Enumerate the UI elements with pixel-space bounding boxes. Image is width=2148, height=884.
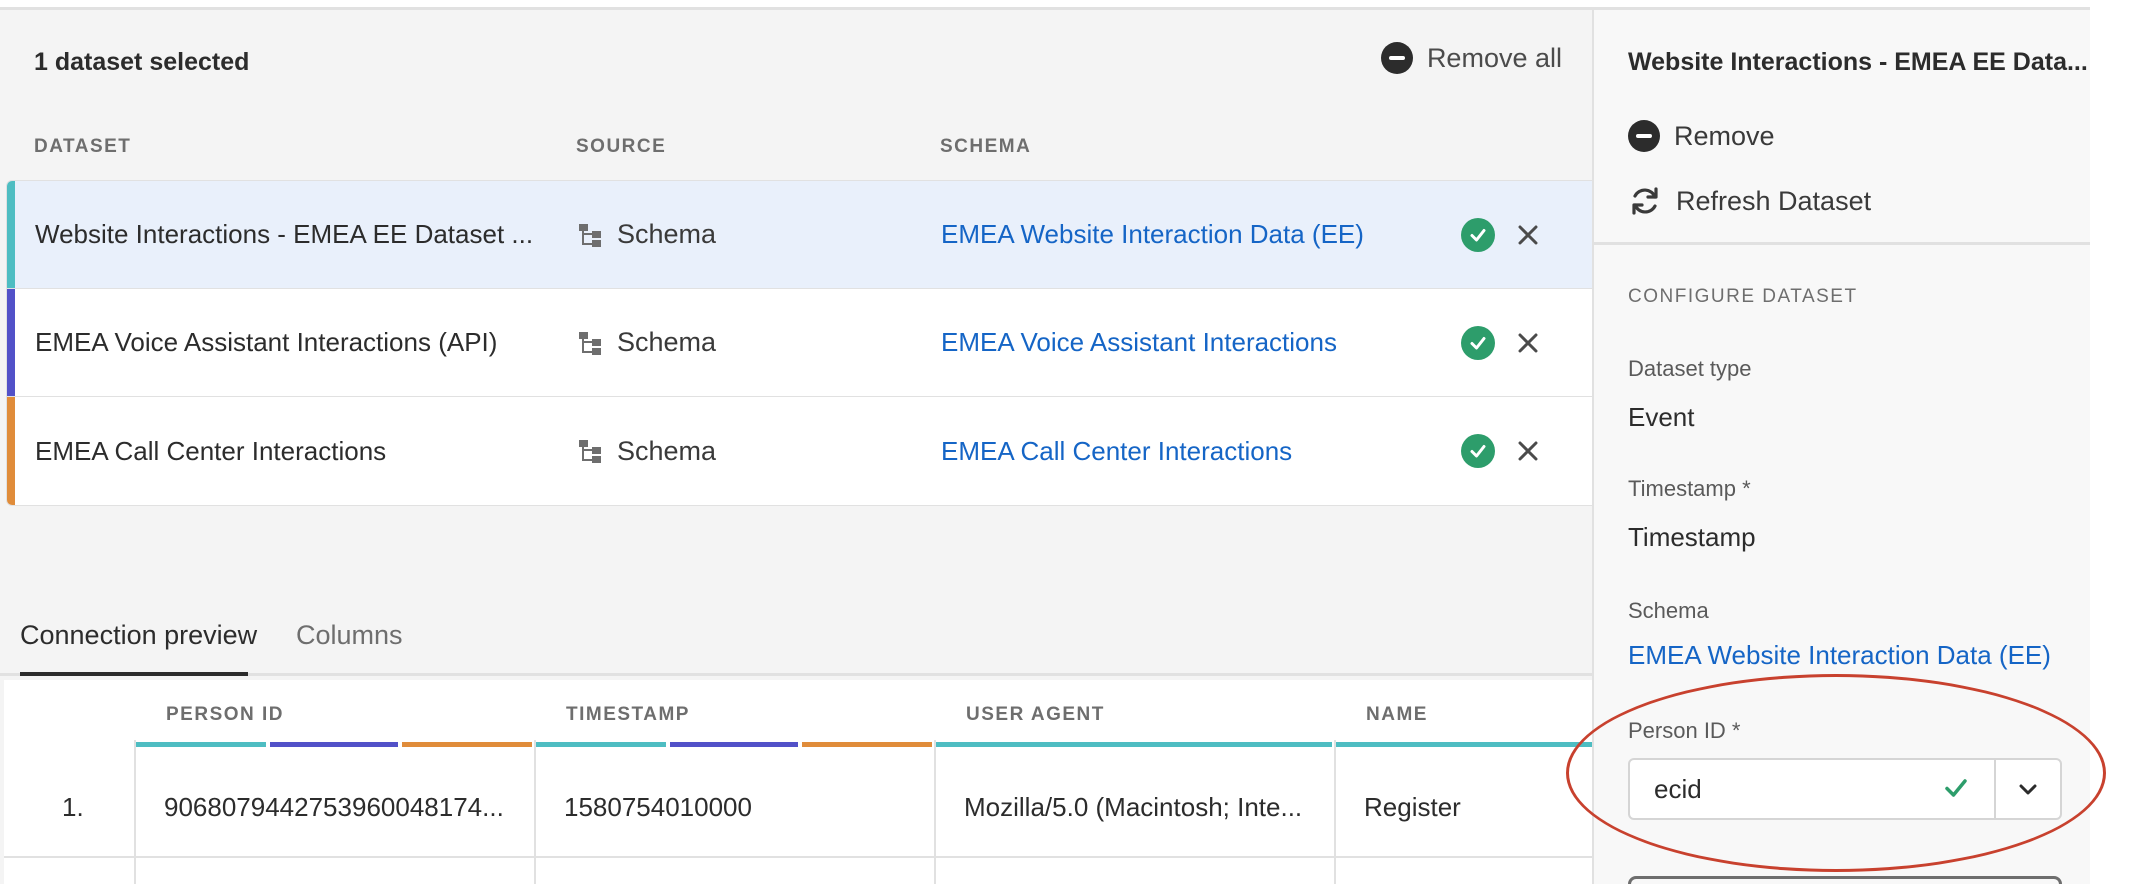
dataset-type-value: Event: [1628, 402, 1695, 432]
refresh-dataset-button[interactable]: Refresh Dataset: [1628, 184, 1871, 218]
preview-header-timestamp: TIMESTAMP: [566, 704, 690, 725]
dataset-schema-link[interactable]: EMEA Call Center Interactions: [941, 436, 1292, 467]
minus-circle-icon: [1628, 120, 1660, 152]
schema-icon: [579, 223, 601, 247]
column-divider: [134, 740, 136, 884]
dataset-color-marker: [802, 742, 932, 747]
person-id-picker[interactable]: ecid: [1628, 758, 2062, 820]
row-number: 1.: [62, 792, 84, 822]
column-divider: [934, 740, 936, 884]
dataset-color-marker: [670, 742, 798, 747]
cell-user-agent: Mozilla/5.0 (Macintosh; Inte...: [964, 792, 1303, 822]
dataset-type-label: Dataset type: [1628, 356, 1752, 381]
remove-button[interactable]: Remove: [1628, 120, 1775, 152]
partial-field-box: [1628, 876, 2062, 884]
dataset-name: Website Interactions - EMEA EE Dataset .…: [35, 219, 534, 249]
preview-tabs: Connection preview Columns: [0, 600, 1592, 676]
dataset-source-label: Schema: [617, 435, 717, 466]
schema-label: Schema: [1628, 598, 1709, 623]
person-id-label: Person ID *: [1628, 718, 1741, 743]
close-icon: [1518, 333, 1538, 352]
refresh-icon: [1632, 187, 1658, 215]
dataset-color-marker: [270, 742, 398, 747]
column-header-schema: SCHEMA: [940, 136, 1032, 157]
dataset-color-bar: [7, 181, 15, 288]
check-circle-icon: [1461, 434, 1495, 468]
dataset-schema-link[interactable]: EMEA Voice Assistant Interactions: [941, 327, 1337, 358]
column-header-dataset: DATASET: [34, 136, 132, 157]
dataset-color-marker: [536, 742, 666, 747]
preview-header-person-id: PERSON ID: [166, 704, 285, 725]
cell-name: Register: [1364, 792, 1461, 822]
dataset-row[interactable]: EMEA Voice Assistant Interactions (API) …: [7, 289, 1592, 397]
selection-count: 1 dataset selected: [34, 48, 250, 76]
remove-dataset-button[interactable]: [1511, 434, 1545, 468]
remove-all-label: Remove all: [1426, 42, 1562, 73]
schema-icon: [579, 331, 601, 355]
top-border: [0, 0, 2090, 10]
dataset-source-label: Schema: [617, 219, 717, 249]
cell-timestamp: 1580754010000: [564, 792, 752, 822]
remove-dataset-button[interactable]: [1511, 326, 1545, 360]
dataset-color-marker: [936, 742, 1332, 747]
close-icon: [1518, 225, 1538, 244]
person-id-dropdown-button[interactable]: [1996, 760, 2060, 818]
dataset-source: Schema: [577, 327, 716, 358]
dataset-source-label: Schema: [617, 327, 717, 357]
dataset-schema-link[interactable]: EMEA Website Interaction Data (EE): [941, 219, 1364, 250]
timestamp-value: Timestamp: [1628, 522, 1756, 552]
dataset-table: Website Interactions - EMEA EE Dataset .…: [6, 180, 1592, 506]
schema-link[interactable]: EMEA Website Interaction Data (EE): [1628, 640, 2051, 671]
cell-person-id: 906807944275396004817​4...: [164, 792, 504, 822]
dataset-settings-panel: Website Interactions - EMEA EE Data... R…: [1592, 10, 2090, 884]
right-margin: [2090, 0, 2148, 884]
dataset-color-bar: [7, 397, 15, 505]
connection-preview-table: PERSON ID TIMESTAMP USER AGENT NAME 1. 9…: [4, 680, 1592, 884]
minus-circle-icon: [1380, 42, 1413, 74]
dataset-row[interactable]: EMEA Call Center Interactions Schema EME…: [7, 397, 1592, 505]
main-area: 1 dataset selected Remove all DATASET SO…: [0, 10, 1592, 884]
dataset-color-marker: [1336, 742, 1592, 747]
remove-dataset-button[interactable]: [1511, 218, 1545, 252]
checkmark-icon: [1945, 779, 1967, 797]
active-tab-indicator: [20, 672, 248, 676]
dataset-row[interactable]: Website Interactions - EMEA EE Dataset .…: [7, 181, 1592, 289]
dataset-source: Schema: [577, 436, 716, 467]
column-divider: [534, 740, 536, 884]
check-circle-icon: [1461, 217, 1495, 252]
dataset-color-marker: [136, 742, 266, 747]
column-divider: [1334, 740, 1336, 884]
refresh-dataset-label: Refresh Dataset: [1676, 185, 1872, 216]
tab-columns[interactable]: Columns: [296, 620, 403, 651]
dataset-name: EMEA Call Center Interactions: [35, 435, 387, 466]
preview-header-name: NAME: [1366, 704, 1428, 725]
chevron-down-icon: [2019, 784, 2037, 795]
schema-icon: [579, 440, 601, 463]
preview-header-user-agent: USER AGENT: [966, 704, 1105, 725]
column-header-source: SOURCE: [576, 136, 667, 157]
timestamp-label: Timestamp *: [1628, 476, 1751, 501]
person-id-value[interactable]: ecid: [1630, 760, 1994, 818]
panel-title: Website Interactions - EMEA EE Data...: [1628, 48, 2088, 76]
check-circle-icon: [1461, 325, 1495, 360]
tab-connection-preview[interactable]: Connection preview: [20, 620, 257, 651]
configure-dataset-heading: CONFIGURE DATASET: [1628, 286, 1858, 307]
dataset-source: Schema: [577, 219, 716, 250]
panel-divider: [1594, 242, 2090, 245]
row-divider: [4, 856, 1592, 858]
dataset-color-marker: [402, 742, 532, 747]
remove-all-button[interactable]: Remove all: [1380, 42, 1562, 74]
dataset-name: EMEA Voice Assistant Interactions (API): [35, 327, 498, 357]
remove-label: Remove: [1674, 120, 1775, 151]
dataset-color-bar: [7, 289, 15, 396]
close-icon: [1518, 441, 1538, 461]
